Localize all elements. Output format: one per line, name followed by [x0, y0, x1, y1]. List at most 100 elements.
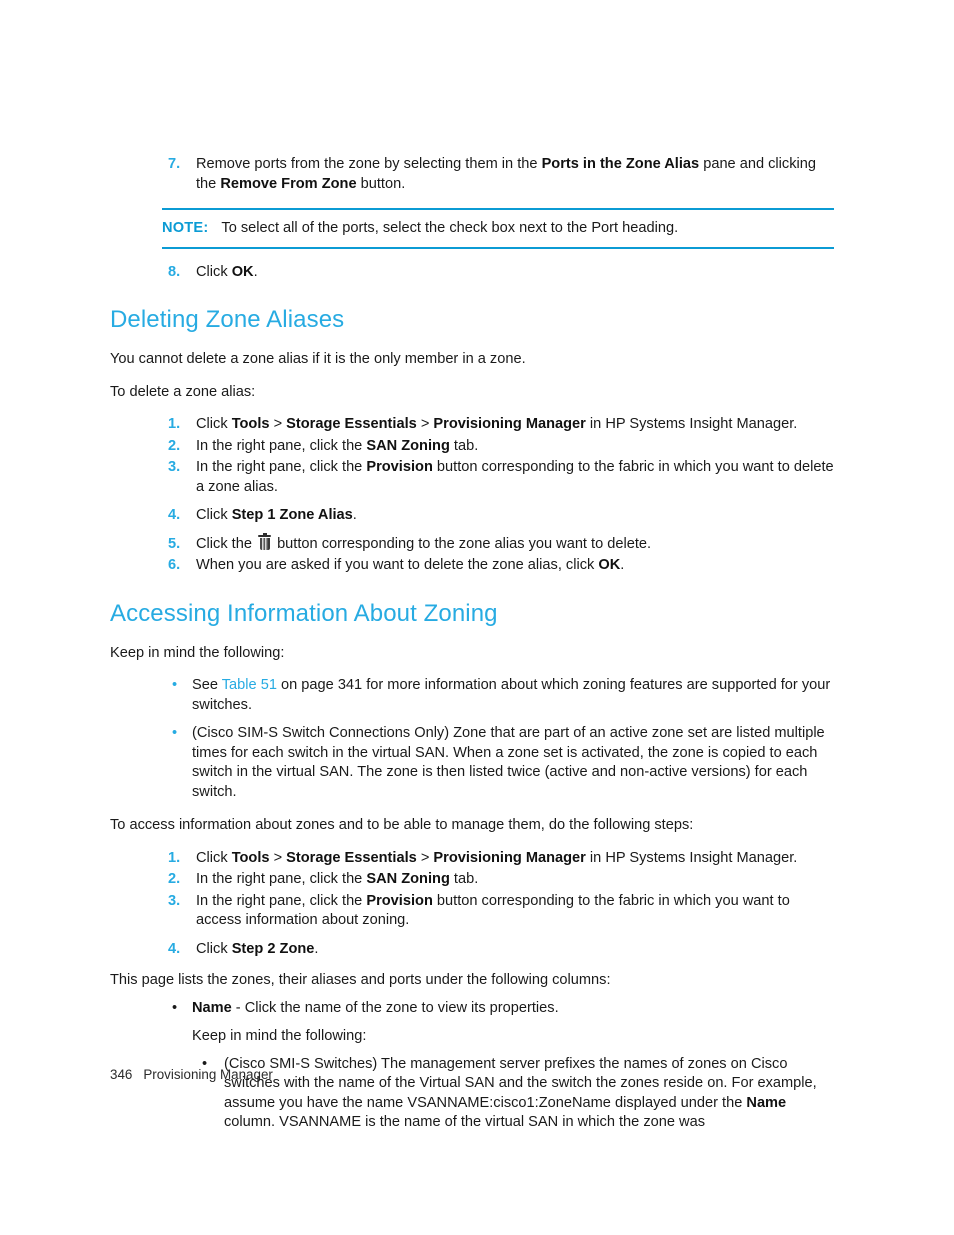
note-text: To select all of the ports, select the c… — [221, 220, 679, 236]
list-number: 4. — [168, 507, 181, 523]
list-text: Click the button corresponding to the zo… — [196, 532, 652, 552]
text-run: In the right pane, click the — [196, 437, 367, 454]
list-number: 8. — [168, 263, 181, 280]
bullet-marker: • — [172, 725, 178, 741]
bullet-marker: • — [172, 999, 178, 1016]
list-number: 4. — [168, 940, 181, 957]
text-run: . — [620, 557, 625, 573]
list-text: In the right pane, click the Provision b… — [196, 459, 834, 495]
emphasis: Provisioning Manager — [433, 849, 586, 866]
emphasis: Name — [192, 999, 232, 1016]
list-item: 4. Click Step 1 Zone Alias. — [168, 506, 834, 526]
text-run: tab. — [449, 437, 479, 454]
emphasis: Tools — [231, 849, 270, 866]
emphasis: Name — [746, 1094, 787, 1111]
list-text: See Table 51 on page 341 for more inform… — [192, 677, 830, 713]
list-item: 1. Click Tools > Storage Essentials > Pro… — [168, 849, 834, 869]
text-run: See — [192, 677, 222, 693]
text-run: in HP Systems Insight Manager. — [585, 849, 798, 866]
bullet-marker: • — [172, 677, 178, 693]
list-text: In the right pane, click the SAN Zoning … — [196, 871, 478, 887]
text-run: Click — [196, 940, 232, 957]
emphasis: SAN Zoning — [366, 871, 450, 887]
list-text: Click Tools > Storage Essentials > Provi… — [196, 850, 797, 866]
text-run: When you are asked if you want to delete… — [196, 557, 599, 573]
note-label: NOTE: — [162, 220, 209, 236]
text-run: In the right pane, click the — [196, 459, 367, 475]
page-content: 7. Remove ports from the zone by selecti… — [110, 155, 834, 1142]
list-item: 3. In the right pane, click the Provision… — [168, 458, 834, 497]
emphasis: Provision — [366, 892, 433, 909]
emphasis: Step 2 Zone — [231, 940, 315, 957]
text-run: button corresponding to the zone alias y… — [273, 535, 652, 552]
text-run: Click — [196, 507, 232, 523]
text-run: In the right pane, click the — [196, 892, 367, 909]
list-text: In the right pane, click the Provision b… — [196, 893, 790, 929]
list-item: 6. When you are asked if you want to dele… — [168, 556, 834, 576]
footer-title: Provisioning Manager — [143, 1067, 273, 1082]
emphasis: Provisioning Manager — [433, 416, 586, 432]
list-number: 3. — [168, 892, 181, 909]
paragraph-keep-in-mind-nested: Keep in mind the following: — [192, 1028, 367, 1044]
text-run: . — [314, 940, 319, 957]
list-text: Click Step 2 Zone. — [196, 941, 318, 957]
list-item: 4. Click Step 2 Zone. — [168, 940, 834, 960]
text-run: Click — [196, 849, 232, 866]
list-item: 3. In the right pane, click the Provision… — [168, 892, 834, 931]
text-run: tab. — [449, 871, 479, 887]
list-text: (Cisco SIM-S Switch Connections Only) Zo… — [192, 725, 825, 800]
list-text: When you are asked if you want to delete… — [196, 557, 624, 573]
list-number: 1. — [168, 416, 181, 432]
emphasis: Tools — [231, 416, 270, 432]
list-text: Click Tools > Storage Essentials > Provi… — [196, 416, 797, 432]
list-number: 1. — [168, 849, 181, 866]
paragraph-intro-1: You cannot delete a zone alias if it is … — [110, 351, 526, 367]
paragraph-columns-intro: This page lists the zones, their aliases… — [110, 972, 611, 988]
text-run: > — [269, 849, 287, 866]
section-heading-deleting-zone-aliases: Deleting Zone Aliases — [110, 306, 345, 333]
list-text: Click Step 1 Zone Alias. — [196, 507, 357, 523]
list-item: • (Cisco SMI-S Switches) The management s… — [198, 1055, 834, 1133]
steps-list-top-cont: 8. Click OK. — [110, 263, 834, 283]
list-item: • (Cisco SIM-S Switch Connections Only) Z… — [168, 724, 834, 802]
footer-page-number: 346 — [110, 1067, 133, 1082]
list-text: Name - Click the name of the zone to vie… — [192, 1000, 559, 1016]
list-item: 2. In the right pane, click the SAN Zonin… — [168, 437, 834, 457]
text-run: > — [269, 416, 287, 432]
list-text: In the right pane, click the SAN Zoning … — [196, 438, 478, 454]
section-heading-accessing-information-about-zoning: Accessing Information About Zoning — [110, 599, 498, 627]
list-text: Remove ports from the zone by selecting … — [196, 156, 816, 192]
emphasis: Ports in the Zone Alias — [541, 156, 700, 172]
list-item: 1. Click Tools > Storage Essentials > Pro… — [168, 415, 834, 435]
list-number: 6. — [168, 557, 181, 573]
emphasis: OK — [231, 263, 254, 280]
list-number: 5. — [168, 535, 181, 552]
text-run: - Click the name of the zone to view its… — [231, 999, 559, 1016]
paragraph-intro-2: To delete a zone alias: — [110, 383, 256, 400]
list-item: 2. In the right pane, click the SAN Zonin… — [168, 870, 834, 890]
list-number: 3. — [168, 459, 181, 475]
bullet-list-columns: • Name - Click the name of the zone to v… — [110, 999, 834, 1019]
text-run: > — [416, 416, 434, 432]
cross-reference-link[interactable]: Table 51 — [222, 677, 277, 693]
text-run: in HP Systems Insight Manager. — [585, 416, 798, 432]
list-number: 7. — [168, 156, 181, 172]
list-number: 2. — [168, 871, 181, 887]
list-number: 2. — [168, 437, 181, 454]
list-item: 8. Click OK. — [168, 263, 834, 283]
paragraph-keep-in-mind-intro: Keep in mind the following: — [110, 644, 285, 661]
text-run: . — [352, 507, 357, 523]
emphasis: OK — [598, 557, 621, 573]
text-run: column. VSANNAME is the name of the virt… — [224, 1114, 705, 1130]
list-item: • See Table 51 on page 341 for more infor… — [168, 676, 834, 715]
list-item: 5. Click the button corresponding to the … — [168, 532, 834, 555]
text-run: > — [416, 849, 434, 866]
emphasis: Step 1 Zone Alias — [231, 507, 353, 523]
trash-icon — [258, 532, 272, 551]
text-run: In the right pane, click the — [196, 871, 367, 887]
emphasis: Provision — [366, 459, 433, 475]
steps-list-deleting: 1. Click Tools > Storage Essentials > Pro… — [110, 415, 834, 576]
text-run: (Cisco SIM-S Switch Connections Only) Zo… — [192, 725, 825, 800]
text-run: Click the — [196, 535, 257, 552]
emphasis: SAN Zoning — [366, 437, 450, 454]
